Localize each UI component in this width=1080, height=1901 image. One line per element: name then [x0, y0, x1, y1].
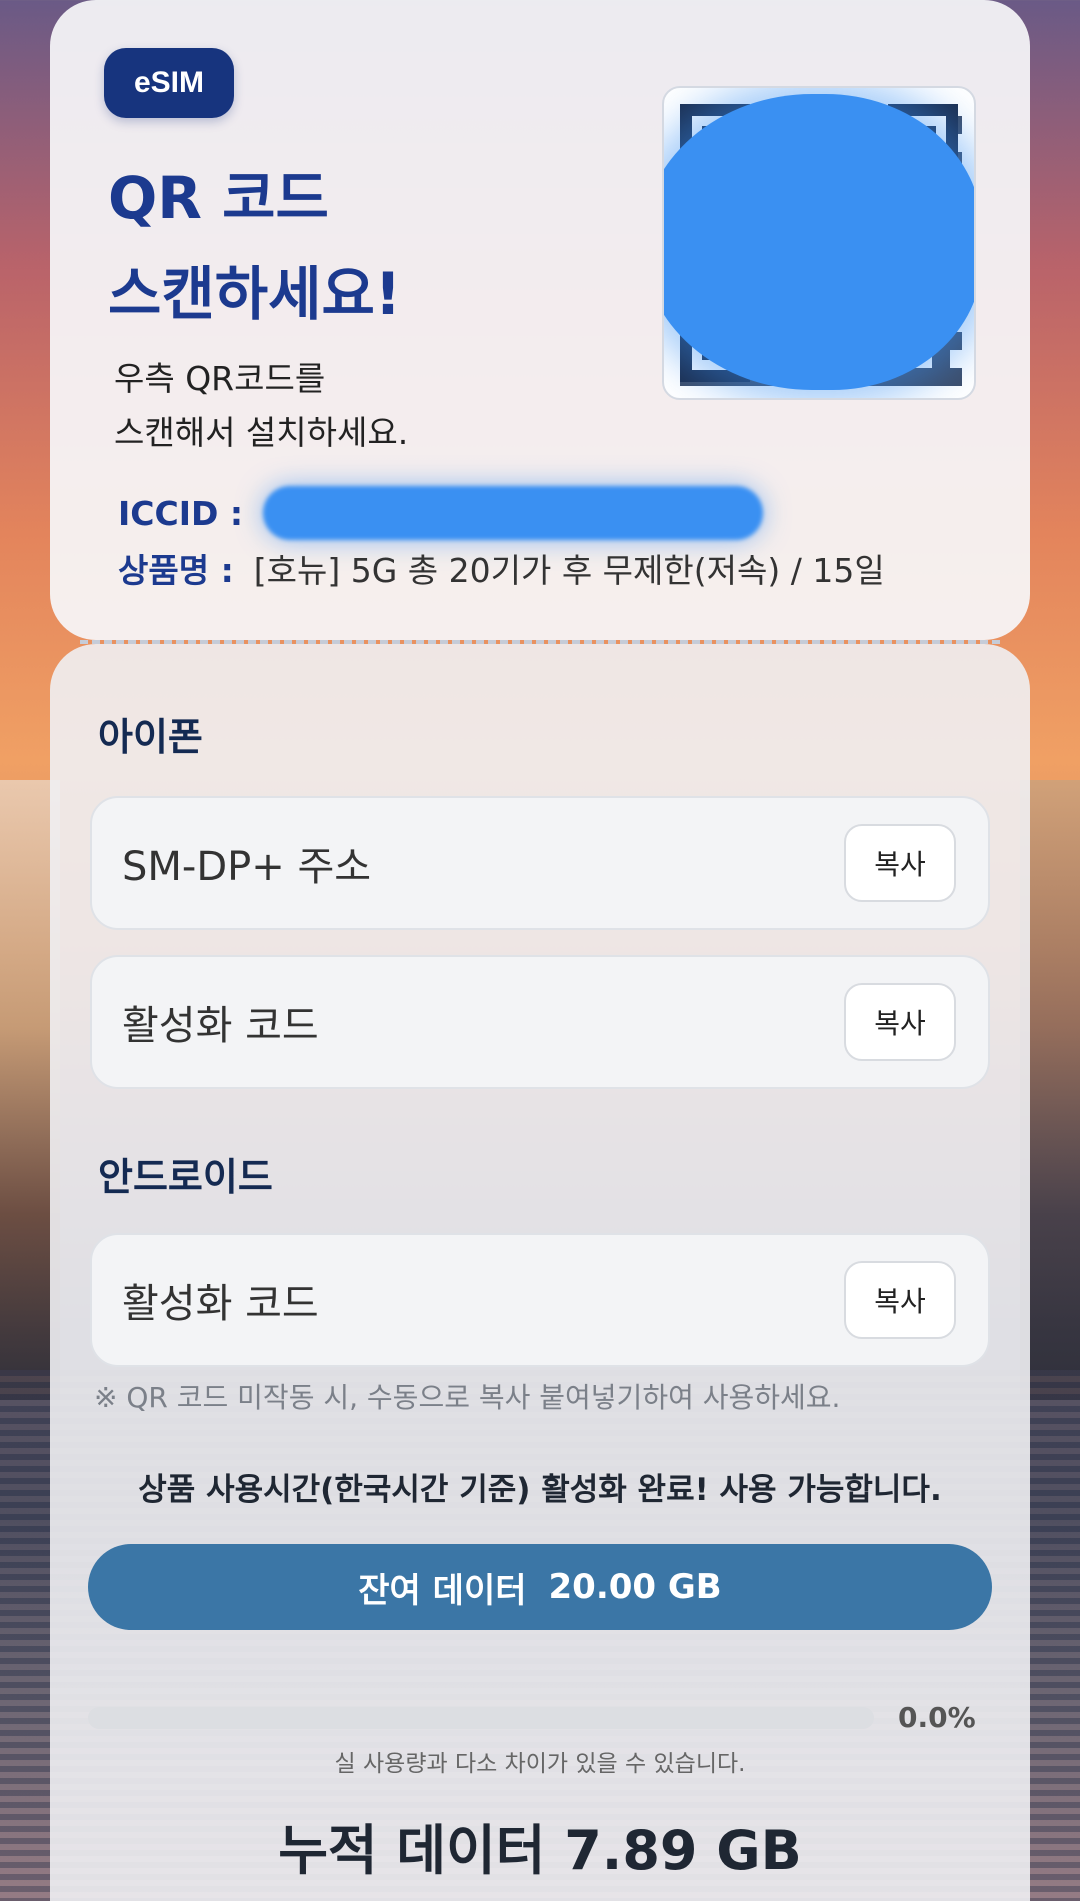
title-line-2: 스캔하세요!	[108, 260, 402, 328]
page-title: QR 코드 스캔하세요!	[108, 150, 401, 342]
usage-progress-bar	[88, 1707, 874, 1729]
iphone-activation-row: 활성화 코드 복사	[90, 955, 990, 1089]
activation-status: 상품 사용시간(한국시간 기준) 활성화 완료! 사용 가능합니다.	[138, 1472, 942, 1508]
instruction-line-1: 우측 QR코드를	[114, 359, 326, 398]
usage-percent: 0.0%	[898, 1701, 976, 1734]
android-activation-code-label: 활성화 코드	[122, 1281, 319, 1327]
iphone-activation-code-label: 활성화 코드	[122, 1003, 319, 1049]
iphone-smdp-row: SM-DP+ 주소 복사	[90, 796, 990, 930]
usage-disclaimer: 실 사용량과 다소 차이가 있을 수 있습니다.	[334, 1751, 746, 1777]
remaining-data-button[interactable]: 잔여 데이터 20.00 GB	[88, 1544, 992, 1630]
product-value: [호뉴] 5G 총 20기가 후 무제한(저속) / 15일	[253, 551, 885, 590]
cumulative-data: 누적 데이터 7.89 GB	[278, 1819, 802, 1882]
qr-code	[662, 86, 976, 400]
iccid-label: ICCID :	[118, 493, 244, 533]
smdp-address-label: SM-DP+ 주소	[122, 844, 372, 890]
android-activation-row: 활성화 코드 복사	[90, 1233, 990, 1367]
product-label: 상품명 :	[118, 551, 234, 590]
manual-copy-note: ※ QR 코드 미작동 시, 수동으로 복사 붙여넣기하여 사용하세요.	[94, 1381, 841, 1414]
copy-iphone-activation-button[interactable]: 복사	[844, 983, 956, 1061]
remaining-data-value: 20.00 GB	[548, 1567, 722, 1607]
product-row: 상품명 : [호뉴] 5G 총 20기가 후 무제한(저속) / 15일	[118, 544, 885, 592]
iccid-row: ICCID :	[118, 486, 764, 540]
remaining-data-label: 잔여 데이터	[358, 1570, 527, 1611]
instruction-text: 우측 QR코드를 스캔해서 설치하세요.	[114, 352, 408, 460]
iphone-section-title: 아이폰	[98, 715, 203, 759]
instruction-line-2: 스캔해서 설치하세요.	[114, 413, 409, 452]
esim-badge: eSIM	[104, 48, 234, 118]
qr-redaction	[664, 94, 974, 390]
copy-android-activation-button[interactable]: 복사	[844, 1261, 956, 1339]
copy-smdp-button[interactable]: 복사	[844, 824, 956, 902]
title-line-1: QR 코드	[108, 164, 329, 232]
iccid-redaction	[263, 486, 764, 540]
android-section-title: 안드로이드	[98, 1155, 273, 1199]
